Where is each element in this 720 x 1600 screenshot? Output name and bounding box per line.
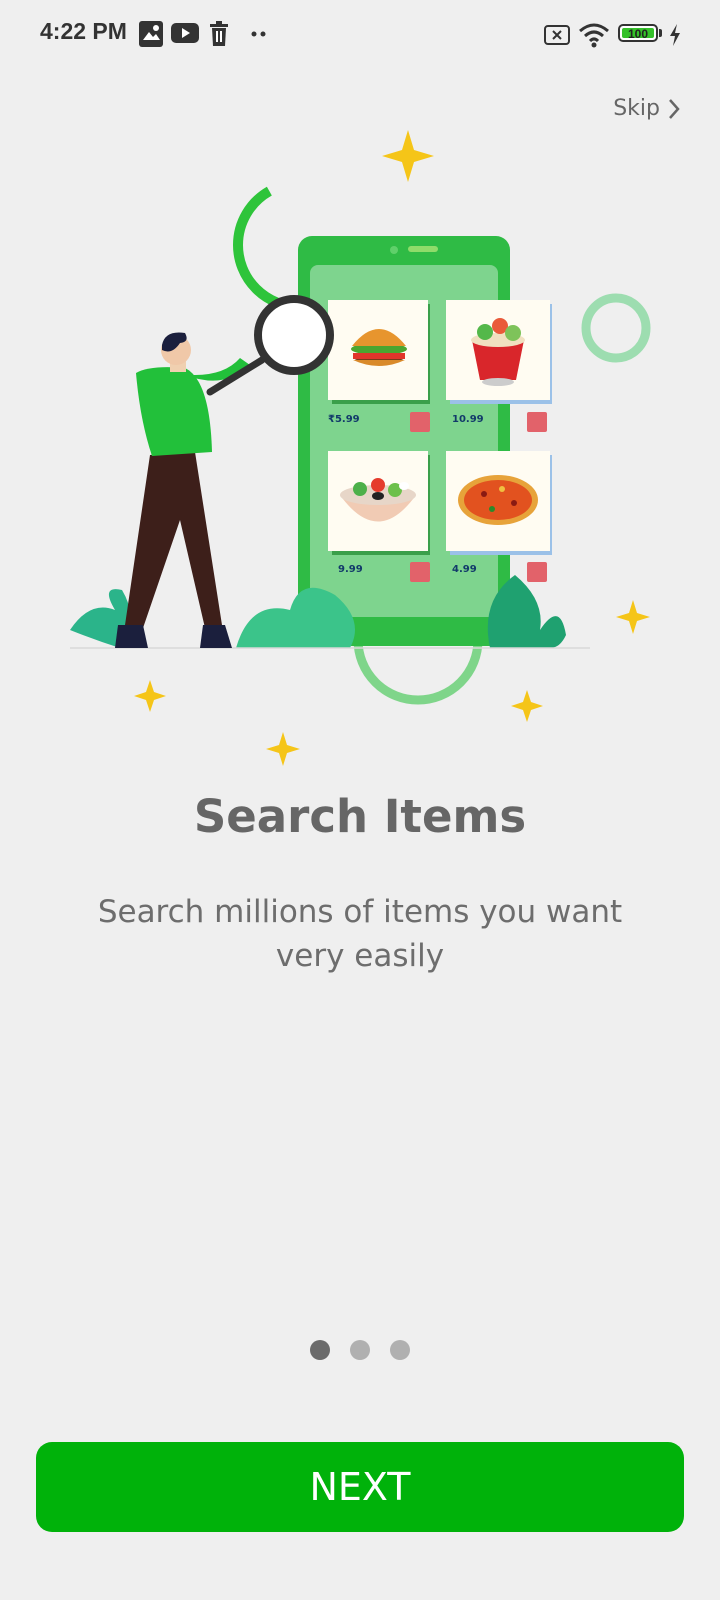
battery-nub — [659, 29, 662, 37]
no-sim-icon — [544, 25, 570, 45]
product-card-4 — [446, 451, 552, 555]
page-dot-3[interactable] — [390, 1340, 410, 1360]
skip-button[interactable]: Skip — [613, 96, 680, 121]
status-time: 4:22 PM — [40, 18, 127, 44]
product-price-2: 10.99 — [452, 414, 484, 425]
product-price-4: 4.99 — [452, 564, 477, 575]
onboarding-title: Search Items — [193, 790, 527, 843]
gallery-icon — [139, 21, 163, 47]
product-price-3: 9.99 — [338, 564, 363, 575]
product-card-2 — [446, 300, 552, 404]
page-dot-1[interactable] — [310, 1340, 330, 1360]
more-dots-icon — [251, 31, 266, 37]
product-price-1: ₹5.99 — [328, 414, 360, 425]
charging-icon — [670, 24, 680, 46]
chevron-right-icon — [669, 98, 680, 119]
product-card-3 — [328, 451, 430, 555]
page-indicator — [0, 1340, 720, 1360]
trash-icon — [210, 21, 228, 46]
wifi-icon — [579, 23, 609, 48]
skip-label: Skip — [613, 96, 660, 121]
onboarding-illustration: ₹5.99 10.99 9.99 4.99 — [70, 130, 651, 766]
battery-icon: 100 — [618, 24, 658, 42]
onboarding-description: Search millions of items you want very e… — [97, 894, 623, 974]
product-card-1 — [328, 300, 430, 404]
next-button[interactable]: NEXT — [36, 1442, 684, 1532]
youtube-icon — [171, 23, 199, 43]
page-dot-2[interactable] — [350, 1340, 370, 1360]
status-bar: 4:22 PM 100 — [0, 0, 720, 70]
status-right-icons: 100 — [544, 20, 694, 52]
battery-level: 100 — [622, 28, 654, 40]
